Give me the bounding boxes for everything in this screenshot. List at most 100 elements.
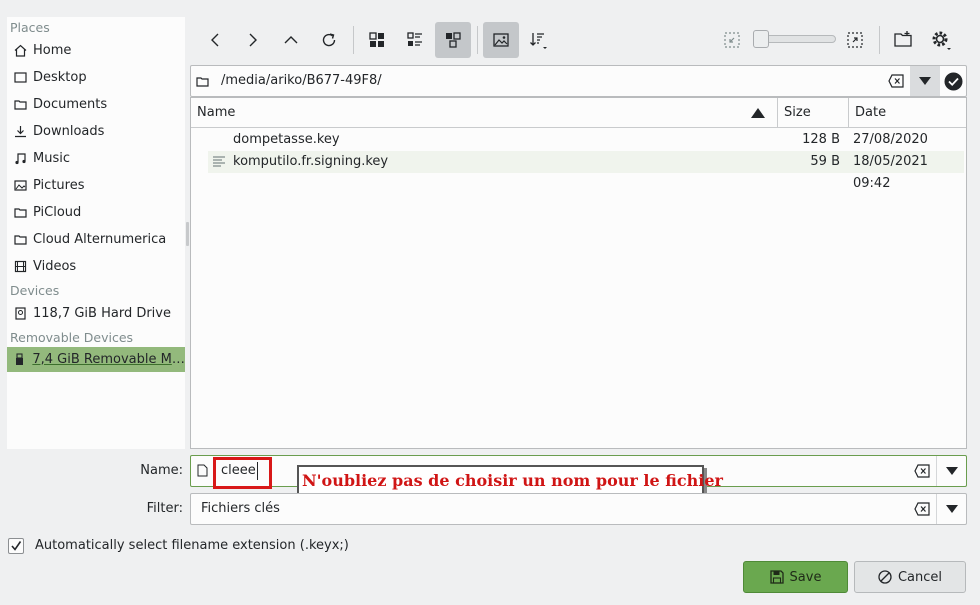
places-item-label: 118,7 GiB Hard Drive [33, 306, 171, 321]
places-item-downloads[interactable]: Downloads [7, 119, 185, 144]
videos-icon [13, 260, 27, 274]
places-item-removable-media[interactable]: 7,4 GiB Removable Me... [7, 347, 185, 372]
save-icon [769, 570, 784, 584]
clear-icon[interactable] [914, 502, 930, 516]
zoom-in-button[interactable] [837, 22, 873, 58]
places-item-pictures[interactable]: Pictures [7, 173, 185, 198]
tree-view-button[interactable] [435, 22, 471, 58]
home-icon [13, 44, 27, 58]
forward-button[interactable] [235, 22, 271, 58]
column-header-date[interactable]: Date [849, 98, 959, 128]
column-header-size[interactable]: Size [778, 98, 848, 128]
music-icon [13, 152, 27, 166]
cancel-button-label: Cancel [897, 569, 943, 585]
name-label: Name: [140, 463, 183, 478]
location-path: /media/ariko/B677-49F8/ [221, 73, 382, 88]
checkmark-icon [11, 541, 22, 551]
places-item-picloud[interactable]: PiCloud [7, 200, 185, 225]
places-item-label: 7,4 GiB Removable Me... [32, 352, 185, 367]
devices-header: Devices [10, 283, 60, 298]
desktop-icon [13, 71, 27, 85]
chevron-down-icon [945, 467, 958, 475]
folder-icon [13, 233, 27, 247]
new-folder-button[interactable] [885, 22, 921, 58]
zoom-out-icon [724, 32, 740, 48]
removable-header: Removable Devices [10, 330, 134, 345]
zoom-in-icon [847, 32, 863, 48]
sort-ascending-icon [751, 108, 765, 118]
zoom-out-button[interactable] [714, 22, 750, 58]
confirm-location-icon[interactable] [944, 72, 963, 91]
save-button[interactable]: Save [743, 561, 848, 593]
file-date: 18/05/2021 09:42 [853, 154, 928, 191]
reload-icon [322, 33, 336, 47]
filename-history-dropdown[interactable] [936, 456, 966, 486]
gear-icon [932, 31, 951, 50]
auto-extension-checkbox[interactable] [8, 538, 24, 554]
document-icon [197, 464, 208, 477]
detailed-view-button[interactable] [397, 22, 433, 58]
places-item-hard-drive[interactable]: 118,7 GiB Hard Drive [7, 301, 185, 326]
places-item-label: Music [33, 151, 70, 166]
documents-icon [13, 98, 27, 112]
sort-icon [530, 33, 547, 49]
clear-icon[interactable] [914, 464, 930, 478]
icons-view-icon [369, 32, 384, 47]
parent-folder-button[interactable] [273, 22, 309, 58]
folder-icon [196, 77, 209, 87]
usb-drive-icon [13, 353, 26, 367]
column-header-name[interactable]: Name [191, 98, 777, 128]
location-bar[interactable]: /media/ariko/B677-49F8/ [190, 65, 967, 97]
places-item-desktop[interactable]: Desktop [7, 65, 185, 90]
places-item-documents[interactable]: Documents [7, 92, 185, 117]
places-item-label: Desktop [33, 70, 87, 85]
places-item-music[interactable]: Music [7, 146, 185, 171]
forward-icon [249, 33, 257, 47]
options-menu-button[interactable] [923, 22, 959, 58]
preview-toggle-button[interactable] [483, 22, 519, 58]
icons-view-button[interactable] [359, 22, 395, 58]
places-item-label: PiCloud [33, 205, 82, 220]
location-history-dropdown[interactable] [910, 66, 940, 96]
annotation-callout: N'oubliez pas de choisir un nom pour le … [297, 465, 723, 495]
text-file-icon [213, 156, 225, 167]
folder-icon [13, 206, 27, 220]
toolbar-separator [353, 26, 354, 54]
save-button-label: Save [789, 569, 822, 585]
reload-button[interactable] [311, 22, 347, 58]
places-item-label: Cloud Alternumerica [33, 232, 167, 247]
places-item-label: Documents [33, 97, 108, 112]
file-row[interactable]: dompetasse.key 128 B 27/08/2020 10:10 [208, 129, 964, 169]
file-list-header: Name Size Date [191, 98, 966, 128]
image-preview-icon [493, 33, 509, 47]
cancel-button[interactable]: Cancel [854, 561, 966, 593]
pictures-icon [13, 179, 27, 193]
filter-dropdown-button[interactable] [936, 494, 966, 524]
panel-splitter-handle[interactable] [186, 222, 189, 246]
clear-icon[interactable] [888, 74, 904, 88]
filter-value: Fichiers clés [201, 501, 280, 516]
auto-extension-label[interactable]: Automatically select filename extension … [35, 538, 349, 553]
filter-combobox[interactable]: Fichiers clés [190, 493, 967, 525]
file-name: dompetasse.key [233, 132, 340, 147]
hard-drive-icon [13, 307, 27, 321]
annotation-highlight-box [213, 457, 272, 489]
file-list[interactable]: Name Size Date dompetasse.key 128 B 27/0… [190, 97, 967, 449]
cancel-icon [878, 570, 892, 584]
toolbar-separator [879, 26, 880, 54]
places-item-home[interactable]: Home [7, 38, 185, 63]
places-item-videos[interactable]: Videos [7, 254, 185, 279]
back-button[interactable] [197, 22, 233, 58]
places-item-label: Videos [33, 259, 77, 274]
sort-options-button[interactable] [521, 22, 557, 58]
file-size: 59 B [810, 154, 840, 169]
chevron-down-icon [945, 505, 958, 513]
file-row[interactable]: komputilo.fr.signing.key 59 B 18/05/2021… [208, 151, 964, 191]
zoom-slider-track[interactable] [758, 35, 836, 43]
new-folder-icon [894, 31, 912, 47]
chevron-down-icon [919, 77, 931, 85]
places-header: Places [10, 20, 50, 35]
back-icon [211, 33, 219, 47]
places-item-cloud-alternumerica[interactable]: Cloud Alternumerica [7, 227, 185, 252]
zoom-slider-handle[interactable] [753, 30, 769, 48]
